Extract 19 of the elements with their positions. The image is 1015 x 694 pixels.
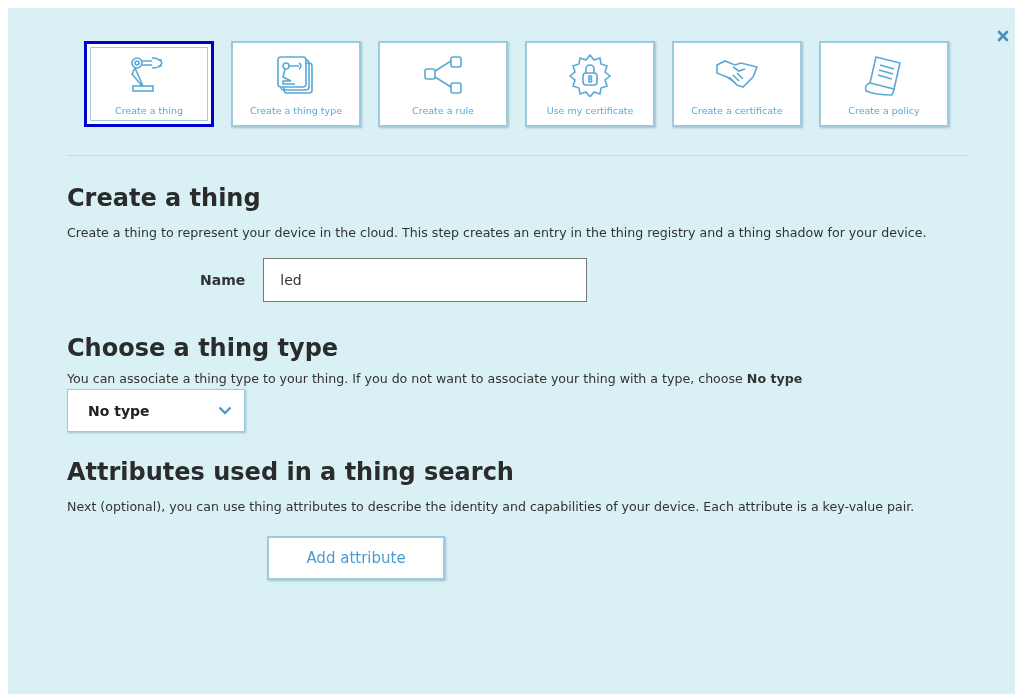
wizard-tile[interactable]: Create a rule [378, 41, 508, 127]
close-icon[interactable] [997, 30, 1009, 42]
add-attribute-button[interactable]: Add attribute [267, 536, 445, 580]
thing-type-dropdown[interactable]: No type [67, 389, 245, 432]
wizard-tile[interactable]: Create a thing type [231, 41, 361, 127]
section-description: Create a thing to represent your device in the cloud. This step creates an entry in the thing registry and a thing shadow for your device. [67, 224, 928, 242]
chevron-down-icon [218, 406, 232, 415]
section-heading: Attributes used in a thing search [67, 458, 515, 486]
section-heading: Choose a thing type [67, 334, 340, 362]
lock-seal-icon [568, 52, 612, 97]
wizard-tile[interactable]: Create a thing [84, 41, 214, 127]
wizard-tile[interactable]: Create a certificate [672, 41, 802, 127]
wizard-tile[interactable]: Use my certificate [525, 41, 655, 127]
wizard-tile[interactable]: Create a policy [819, 41, 949, 127]
section-description: You can associate a thing type to your thing. If you do not want to associate your thing with a type, choose No type [67, 370, 804, 388]
name-field[interactable]: led [263, 258, 588, 302]
section-heading: Create a thing [67, 184, 262, 212]
field-label: Name [200, 272, 246, 288]
section-description: Next (optional), you can use thing attributes to describe the identity and capabilities of your device. Each attribute is a key-value pair. [67, 498, 916, 516]
